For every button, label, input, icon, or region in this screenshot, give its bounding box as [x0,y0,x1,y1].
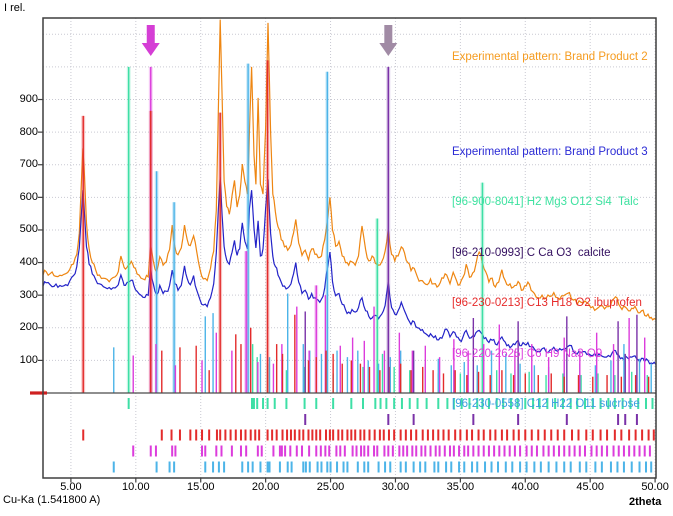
y-tick-label: 500 [6,223,38,235]
legend-experimental-pattern-3: Experimental pattern: Brand Product 3 [452,144,648,161]
y-tick-label: 800 [6,126,38,138]
annotation-arrows [142,25,398,56]
x-tick-label: 40.00 [503,481,547,493]
y-tick-label: 700 [6,158,38,170]
legend-phase-calcite: [96-210-0993] C Ca O3 calcite [452,245,648,262]
y-tick-label: 100 [6,354,38,366]
legend-phase-sucrose: [96-230-0558] C12 H22 O11 sucrose [452,396,648,413]
y-tick-label: 200 [6,321,38,333]
x-tick-label: 45.00 [568,481,612,493]
legend-phase-talc: [96-900-8041] H2 Mg3 O12 Si4 Talc [452,194,648,211]
gray-annotation-arrow [379,25,397,56]
x-axis-title: 2theta [629,496,661,508]
x-tick-label: 15.00 [179,481,223,493]
x-tick-label: 30.00 [373,481,417,493]
xrd-figure: I rel. Cu-Ka (1.541800 A) 2theta Experim… [0,0,673,516]
x-tick-label: 50.00 [633,481,673,493]
x-tick-label: 20.00 [244,481,288,493]
anode-wavelength-label: Cu-Ka (1.541800 A) [3,494,100,506]
y-tick-label: 300 [6,289,38,301]
x-tick-label: 35.00 [438,481,482,493]
legend-phase-na3o9: [96-220-2625] C6 H9 Na3 O9 [452,346,648,363]
legend-experimental-pattern-2: Experimental pattern: Brand Product 2 [452,49,648,66]
y-tick-label: 600 [6,191,38,203]
legend-phase-ibuprofen: [96-230-0213] C13 H18 O2 ibuprofen [452,295,648,312]
y-axis-title: I rel. [4,2,25,14]
x-tick-label: 10.00 [114,481,158,493]
legend: Experimental pattern: Brand Product 2 Ex… [452,15,648,446]
x-tick-label: 25.00 [309,481,353,493]
magenta-annotation-arrow [142,25,160,56]
y-tick-label: 400 [6,256,38,268]
y-tick-label: 900 [6,93,38,105]
x-tick-label: 5.00 [49,481,93,493]
